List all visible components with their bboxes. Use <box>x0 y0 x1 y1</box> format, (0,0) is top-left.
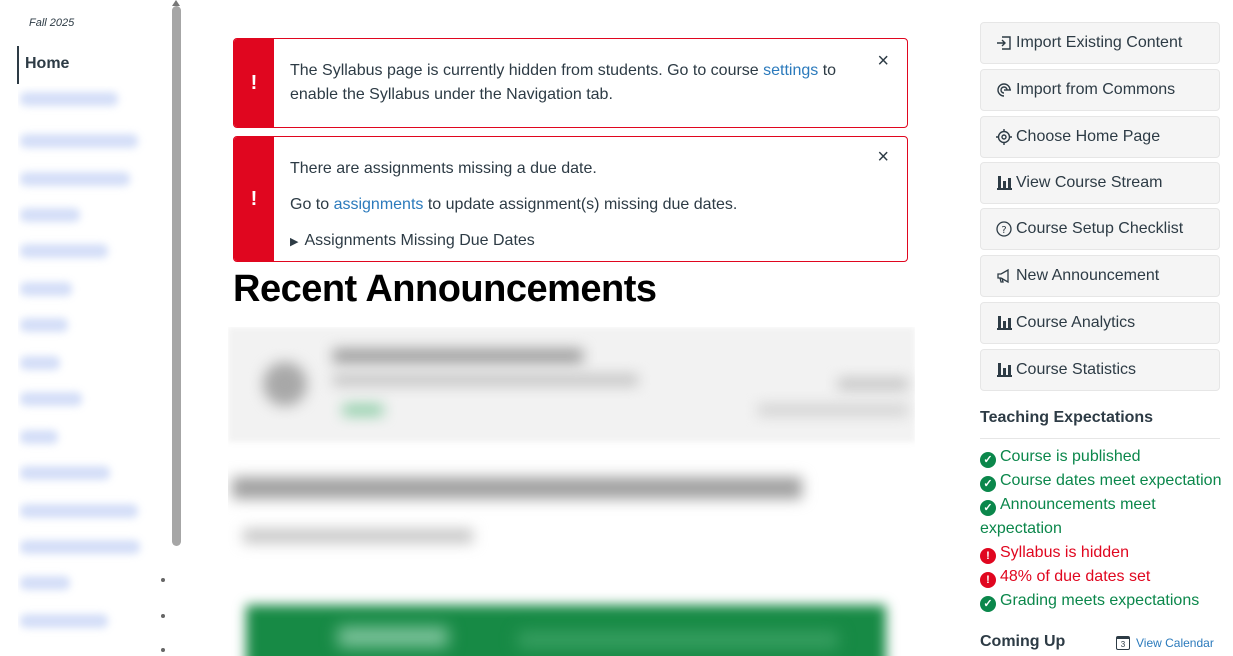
teaching-expectations-list: ✓ Course is published ✓ Course dates meet … <box>980 445 1225 613</box>
assignments-link[interactable]: assignments <box>334 196 424 213</box>
button-label: Import from Commons <box>1016 81 1176 98</box>
nav-item-home[interactable]: Home <box>17 46 157 84</box>
nav-links-blurred <box>18 86 164 656</box>
expectation-item: ✓ Announcements meet expectation <box>980 493 1225 541</box>
question-icon: ? <box>995 221 1013 237</box>
button-label: Choose Home Page <box>1016 128 1161 145</box>
expectation-text: Announcements meet expectation <box>980 496 1156 537</box>
alert-text: to update assignment(s) missing due date… <box>423 196 738 213</box>
view-course-stream-button[interactable]: View Course Stream <box>980 162 1220 204</box>
divider <box>980 438 1220 439</box>
nav-scroll-marker <box>161 614 165 618</box>
expectation-item: ! Syllabus is hidden <box>980 541 1225 565</box>
target-icon <box>995 129 1013 145</box>
nav-scroll-marker <box>161 648 165 652</box>
nav-scroll-marker <box>161 578 165 582</box>
alert-text: The Syllabus page is currently hidden fr… <box>290 62 764 79</box>
button-label: New Announcement <box>1016 267 1160 284</box>
svg-text:?: ? <box>1001 225 1006 236</box>
coming-up-heading: Coming Up <box>980 633 1066 650</box>
announcement-icon <box>995 268 1013 284</box>
term-label: Fall 2025 <box>29 17 75 29</box>
expectation-text: 48% of due dates set <box>1000 568 1151 585</box>
commons-icon <box>995 82 1013 98</box>
missing-due-dates-alert: ! There are assignments missing a due da… <box>233 136 908 262</box>
alert-text: Go to <box>290 196 334 213</box>
check-circle-icon: ✓ <box>980 452 996 468</box>
calendar-icon: 3 <box>1116 636 1130 650</box>
expectation-item: ✓ Course dates meet expectation <box>980 469 1225 493</box>
course-statistics-button[interactable]: Course Statistics <box>980 349 1220 391</box>
announcements-blurred <box>228 327 915 656</box>
stats-icon <box>995 316 1013 330</box>
expectation-text: Course dates meet expectation <box>1000 472 1222 489</box>
page-title: Recent Announcements <box>233 268 657 310</box>
new-announcement-button[interactable]: New Announcement <box>980 255 1220 297</box>
alert-message: The Syllabus page is currently hidden fr… <box>290 59 836 107</box>
button-label: Course Setup Checklist <box>1016 220 1184 237</box>
alert-warning-icon: ! <box>234 137 274 261</box>
expectation-text: Course is published <box>1000 448 1141 465</box>
import-existing-content-button[interactable]: Import Existing Content <box>980 22 1220 64</box>
alert-message: Go to assignments to update assignment(s… <box>290 193 737 217</box>
course-analytics-button[interactable]: Course Analytics <box>980 302 1220 344</box>
warning-circle-icon: ! <box>980 548 996 564</box>
choose-home-page-button[interactable]: Choose Home Page <box>980 116 1220 158</box>
stats-icon <box>995 363 1013 377</box>
import-icon <box>995 35 1013 51</box>
alert-text: to <box>818 62 837 79</box>
view-calendar-label: View Calendar <box>1136 636 1214 650</box>
course-navigation: Fall 2025 Home <box>0 0 185 656</box>
import-from-commons-button[interactable]: Import from Commons <box>980 69 1220 111</box>
teaching-expectations-heading: Teaching Expectations <box>980 409 1154 426</box>
missing-due-dates-details-toggle[interactable]: ▶ Assignments Missing Due Dates <box>290 229 535 254</box>
button-label: Course Statistics <box>1016 361 1137 378</box>
expectation-item: ✓ Course is published <box>980 445 1225 469</box>
alert-line: There are assignments missing a due date… <box>290 160 597 177</box>
check-circle-icon: ✓ <box>980 476 996 492</box>
close-icon[interactable]: × <box>877 147 889 167</box>
button-label: Course Analytics <box>1016 314 1136 331</box>
nav-scrollbar[interactable] <box>172 6 181 546</box>
expectation-text: Syllabus is hidden <box>1000 544 1129 561</box>
alert-text: enable the Syllabus under the Navigation… <box>290 86 613 103</box>
course-setup-checklist-button[interactable]: ? Course Setup Checklist <box>980 208 1220 250</box>
view-calendar-link[interactable]: 3 View Calendar <box>1116 636 1214 650</box>
expectation-item: ! 48% of due dates set <box>980 565 1225 589</box>
expectation-item: ✓ Grading meets expectations <box>980 589 1225 613</box>
expectation-text: Grading meets expectations <box>1000 592 1200 609</box>
alert-warning-icon: ! <box>234 39 274 127</box>
close-icon[interactable]: × <box>877 51 889 71</box>
warning-circle-icon: ! <box>980 572 996 588</box>
button-label: View Course Stream <box>1016 174 1163 191</box>
check-circle-icon: ✓ <box>980 596 996 612</box>
stats-icon <box>995 176 1013 190</box>
disclosure-triangle-icon: ▶ <box>290 236 299 248</box>
details-label: Assignments Missing Due Dates <box>304 232 535 249</box>
syllabus-hidden-alert: ! The Syllabus page is currently hidden … <box>233 38 908 128</box>
settings-link[interactable]: settings <box>763 62 818 79</box>
button-label: Import Existing Content <box>1016 34 1183 51</box>
check-circle-icon: ✓ <box>980 500 996 516</box>
